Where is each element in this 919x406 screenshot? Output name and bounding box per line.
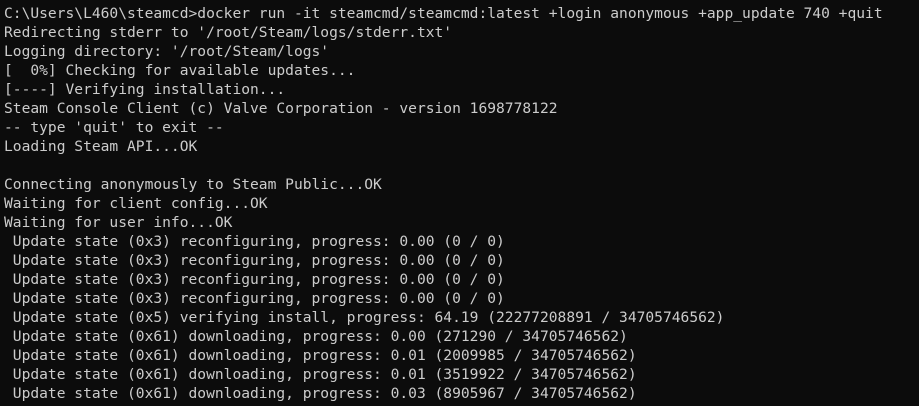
update-state-line: Update state (0x3) reconfiguring, progre… [4,271,505,288]
output-line: [ 0%] Checking for available updates... [4,62,356,79]
update-state-line: Update state (0x5) verifying install, pr… [4,309,725,326]
output-line: Waiting for user info...OK [4,214,233,231]
update-state-line: Update state (0x3) reconfiguring, progre… [4,290,505,307]
update-state-line: Update state (0x3) reconfiguring, progre… [4,252,505,269]
output-line: Redirecting stderr to '/root/Steam/logs/… [4,24,453,41]
output-line: Steam Console Client (c) Valve Corporati… [4,100,558,117]
update-state-line: Update state (0x61) downloading, progres… [4,366,637,383]
output-line: Loading Steam API...OK [4,138,198,155]
update-state-line: Update state (0x61) downloading, progres… [4,347,637,364]
terminal-output[interactable]: C:\Users\L460\steamcd>docker run -it ste… [0,0,919,406]
command-line: C:\Users\L460\steamcd>docker run -it ste… [4,5,883,22]
output-line: Waiting for client config...OK [4,195,268,212]
update-state-line: Update state (0x61) downloading, progres… [4,328,628,345]
output-line: Connecting anonymously to Steam Public..… [4,176,382,193]
output-line: -- type 'quit' to exit -- [4,119,224,136]
update-state-line: Update state (0x3) reconfiguring, progre… [4,233,505,250]
output-line: [----] Verifying installation... [4,81,286,98]
output-line: Logging directory: '/root/Steam/logs' [4,43,330,60]
update-state-line: Update state (0x61) downloading, progres… [4,385,637,402]
